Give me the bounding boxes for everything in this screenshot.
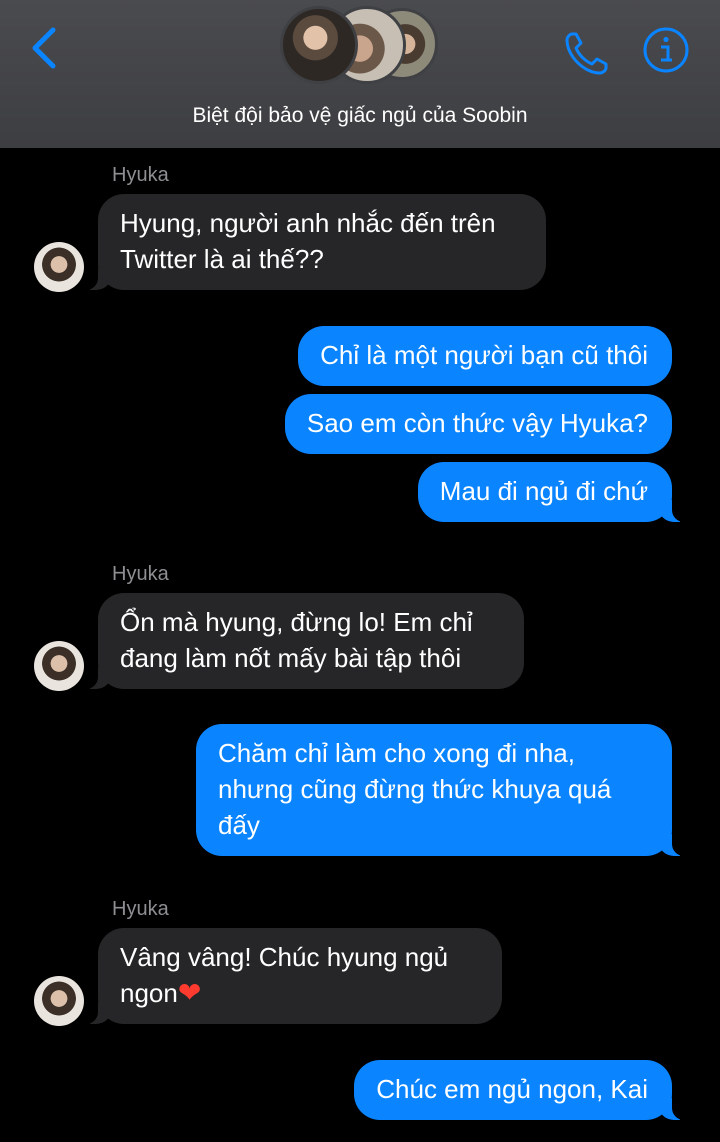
message-text: Chúc em ngủ ngon, Kai	[376, 1074, 648, 1104]
outgoing-message[interactable]: Sao em còn thức vậy Hyuka?	[284, 394, 672, 454]
sender-name: Hyuka	[112, 563, 169, 585]
outgoing-message[interactable]: Chúc em ngủ ngon, Kai	[354, 1060, 686, 1120]
message-text: Chỉ là một người bạn cũ thôi	[320, 340, 648, 370]
phone-icon	[565, 32, 608, 75]
chat-header: Biệt đội bảo vệ giấc ngủ của Soobin	[0, 0, 720, 148]
message-text: Chăm chỉ làm cho xong đi nha, nhưng cũng…	[218, 738, 612, 840]
chevron-left-icon	[32, 27, 56, 69]
sender-avatar[interactable]	[34, 641, 84, 691]
message-text: Sao em còn thức vậy Hyuka?	[306, 408, 648, 438]
group-avatars[interactable]	[280, 4, 440, 86]
back-button[interactable]	[24, 22, 64, 74]
message-text: Vâng vâng! Chúc hyung ngủ ngon	[120, 942, 449, 1008]
message-text: Mau đi ngủ đi chứ	[439, 476, 648, 506]
info-button[interactable]	[642, 26, 690, 74]
info-icon	[643, 27, 689, 73]
heart-emoji: ❤	[177, 977, 202, 1008]
call-button[interactable]	[562, 28, 612, 78]
incoming-message[interactable]: Vâng vâng! Chúc hyung ngủ ngon❤	[84, 928, 502, 1024]
sender-name: Hyuka	[112, 898, 169, 920]
message-text: Hyung, người anh nhắc đến trên Twitter l…	[120, 208, 496, 274]
sender-name: Hyuka	[112, 164, 169, 186]
incoming-message[interactable]: Hyung, người anh nhắc đến trên Twitter l…	[84, 194, 546, 290]
outgoing-message[interactable]: Chỉ là một người bạn cũ thôi	[298, 326, 672, 386]
group-title[interactable]: Biệt đội bảo vệ giấc ngủ của Soobin	[0, 104, 720, 128]
sender-avatar[interactable]	[34, 976, 84, 1026]
incoming-message[interactable]: Ổn mà hyung, đừng lo! Em chỉ đang làm nố…	[84, 593, 524, 689]
outgoing-message[interactable]: Chăm chỉ làm cho xong đi nha, nhưng cũng…	[196, 724, 686, 856]
outgoing-message[interactable]: Mau đi ngủ đi chứ	[417, 462, 687, 522]
avatar	[280, 6, 358, 84]
sender-avatar[interactable]	[34, 242, 84, 292]
message-text: Ổn mà hyung, đừng lo! Em chỉ đang làm nố…	[120, 607, 473, 673]
